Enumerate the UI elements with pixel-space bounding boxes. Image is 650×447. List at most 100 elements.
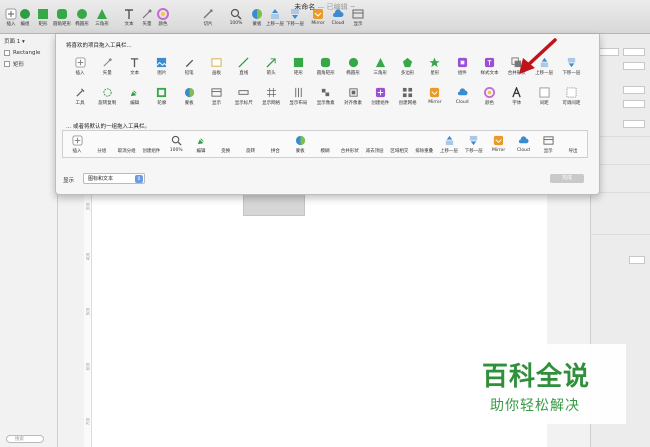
toolbar-item-rotate-copy[interactable]: 旋转复制 — [94, 87, 120, 106]
layer-search-input[interactable]: 搜索 — [6, 435, 44, 443]
toolbar-item-pencil[interactable]: 铅笔 — [176, 57, 202, 76]
toolbar-item-view[interactable]: 显示 — [347, 8, 369, 27]
toolbar-item-label: 蒙板 — [295, 149, 305, 154]
toolbar-item-rectangle[interactable]: 矩形 — [285, 57, 311, 76]
toolbar-item-none[interactable]: 创建组件 — [139, 135, 163, 154]
toolbar-item-font[interactable]: 字体 — [504, 87, 530, 106]
edit-icon — [122, 87, 148, 98]
opacity-field[interactable] — [629, 256, 645, 264]
toolbar-item-polygon[interactable]: 多边形 — [395, 57, 421, 76]
toolbar-item-pixel[interactable]: 显示像素 — [313, 87, 339, 106]
toolbar-item-triangle[interactable]: 三角形 — [91, 8, 113, 27]
toolbar-item-artboard[interactable]: 画板 — [204, 57, 230, 76]
toolbar-item-none[interactable]: 取消分组 — [115, 135, 139, 154]
toolbar-item-mirror[interactable]: Mirror — [422, 87, 448, 105]
snap-pixel-icon — [340, 87, 366, 98]
toolbar-item-none[interactable]: 减去顶层 — [363, 135, 387, 154]
toolbar-item-cloud[interactable]: Cloud — [449, 87, 475, 105]
toolbar-item-none[interactable]: 分组 — [90, 135, 114, 154]
oval-icon — [71, 8, 93, 20]
component-icon — [449, 57, 475, 68]
toolbar-item-label: 显示标尺 — [234, 101, 253, 106]
done-button[interactable]: 完成 — [550, 174, 584, 183]
width-field[interactable] — [623, 86, 645, 94]
size-field[interactable] — [623, 62, 645, 70]
toolbar-item-color-wheel[interactable]: 颜色 — [477, 87, 503, 106]
toolbar-item-label: 显示布局 — [289, 101, 308, 106]
toolbar-item-layout[interactable]: 显示布局 — [285, 87, 311, 106]
rounded-rect-icon — [51, 8, 73, 20]
toolbar-item-grid[interactable]: 显示网格 — [258, 87, 284, 106]
toolbar-item-view[interactable]: 显示 — [204, 87, 230, 106]
toolbar-item-vector[interactable]: 矢量 — [94, 57, 120, 76]
blank-icon — [313, 135, 337, 146]
toolbar-item-none[interactable]: 区域相交 — [387, 135, 411, 154]
toolbar-item-zoom[interactable]: 100% — [164, 135, 188, 153]
toolbar-item-none[interactable]: 模糊 — [313, 135, 337, 154]
toolbar-item-snap-pixel[interactable]: 对齐像素 — [340, 87, 366, 106]
toolbar-item-mirror[interactable]: Mirror — [307, 8, 329, 26]
toolbar-item-backward[interactable]: 下移一层 — [558, 57, 584, 76]
toolbar-item-none[interactable]: 排除重叠 — [412, 135, 436, 154]
toolbar-item-zoom[interactable]: 100% — [225, 8, 247, 26]
toolbar-item-plus[interactable]: 插入 — [67, 57, 93, 76]
toolbar-item-styled-text[interactable]: 样式文本 — [477, 57, 503, 76]
toolbar-item-edit[interactable]: 编辑 — [189, 135, 213, 154]
height-field[interactable] — [623, 100, 645, 108]
zoom-icon — [164, 135, 188, 146]
rectangle-shape[interactable] — [243, 192, 305, 216]
toolbar-item-edit[interactable]: 编辑 — [122, 87, 148, 106]
toolbar-item-mask[interactable]: 蒙板 — [288, 135, 312, 154]
toolbar-item-outline[interactable]: 轮廓 — [149, 87, 175, 106]
toolbar-item-color-wheel[interactable]: 颜色 — [152, 8, 174, 27]
default-set-heading: ... 或者将默认的一组拖入工具栏。 — [66, 124, 150, 130]
vector-icon — [94, 57, 120, 68]
toolbar-item-label: 旋转 — [246, 149, 256, 154]
toolbar-item-cloud[interactable]: Cloud — [327, 8, 349, 26]
toolbar-item-plus[interactable]: 插入 — [65, 135, 89, 154]
toolbar-item-oval[interactable]: 椭圆形 — [71, 8, 93, 27]
toolbar-item-forward[interactable]: 上移一层 — [437, 135, 461, 154]
toolbar-item-star[interactable]: 星形 — [422, 57, 448, 76]
toolbar-item-none[interactable]: 导出 — [561, 135, 585, 154]
toolbar-item-arrow[interactable]: 箭头 — [258, 57, 284, 76]
toolbar-item-cloud[interactable]: Cloud — [511, 135, 535, 153]
toolbar-item-line[interactable]: 直线 — [231, 57, 257, 76]
toolbar-item-forward[interactable]: 上移一层 — [264, 8, 286, 27]
toolbar-item-mirror[interactable]: Mirror — [487, 135, 511, 153]
toolbar-item-oval[interactable]: 椭圆形 — [340, 57, 366, 76]
page-selector[interactable]: 页面 1 ▾ — [0, 34, 57, 48]
toolbar-item-none[interactable]: 旋转 — [239, 135, 263, 154]
toolbar-item-none[interactable]: 变换 — [214, 135, 238, 154]
toolbar-item-mask[interactable]: 蒙板 — [176, 87, 202, 106]
toolbar-item-flex-space[interactable]: 可调间距 — [558, 87, 584, 106]
position-x-field[interactable] — [599, 48, 619, 56]
toolbar-item-tools[interactable]: 工具 — [67, 87, 93, 106]
toolbar-item-create-component[interactable]: 创建组件 — [367, 87, 393, 106]
toolbar-item-component[interactable]: 组件 — [449, 57, 475, 76]
layer-row[interactable]: Rectangle — [0, 48, 57, 58]
toolbar-item-image[interactable]: 图片 — [149, 57, 175, 76]
forward-icon — [264, 8, 286, 20]
blank-icon — [139, 135, 163, 146]
toolbar-item-backward[interactable]: 下移一层 — [462, 135, 486, 154]
toolbar-item-none[interactable]: 拼合 — [263, 135, 287, 154]
toolbar-item-none[interactable]: 合并形状 — [338, 135, 362, 154]
toolbar-item-backward[interactable]: 下移一层 — [284, 8, 306, 27]
toolbar-item-view[interactable]: 显示 — [536, 135, 560, 154]
toolbar-item-space[interactable]: 间距 — [531, 87, 557, 106]
toolbar-item-rounded-rect[interactable]: 圆角矩形 — [51, 8, 73, 27]
layer-row[interactable]: 矩形 — [0, 58, 57, 70]
toolbar-item-text[interactable]: 文本 — [122, 57, 148, 76]
toolbar-item-label: 插入 — [75, 71, 85, 76]
toolbar-item-triangle[interactable]: 三角形 — [367, 57, 393, 76]
rotation-field[interactable] — [623, 120, 645, 128]
default-toolbar-set[interactable]: 插入 分组 取消分组 创建组件 100% 编辑 变换 旋转 拼合 蒙板 模糊 合并形状 减去顶层 区域相交… — [62, 130, 588, 158]
position-y-field[interactable] — [623, 48, 645, 56]
toolbar-item-rounded-rect[interactable]: 圆角矩形 — [313, 57, 339, 76]
toolbar-item-create-grid[interactable]: 创建网格 — [395, 87, 421, 106]
cloud-icon — [511, 135, 535, 146]
toolbar-item-ruler[interactable]: 显示标尺 — [231, 87, 257, 106]
toolbar-item-slice[interactable]: 切片 — [197, 8, 219, 27]
show-mode-select[interactable]: 图标和文本 ⇕ — [83, 173, 145, 184]
